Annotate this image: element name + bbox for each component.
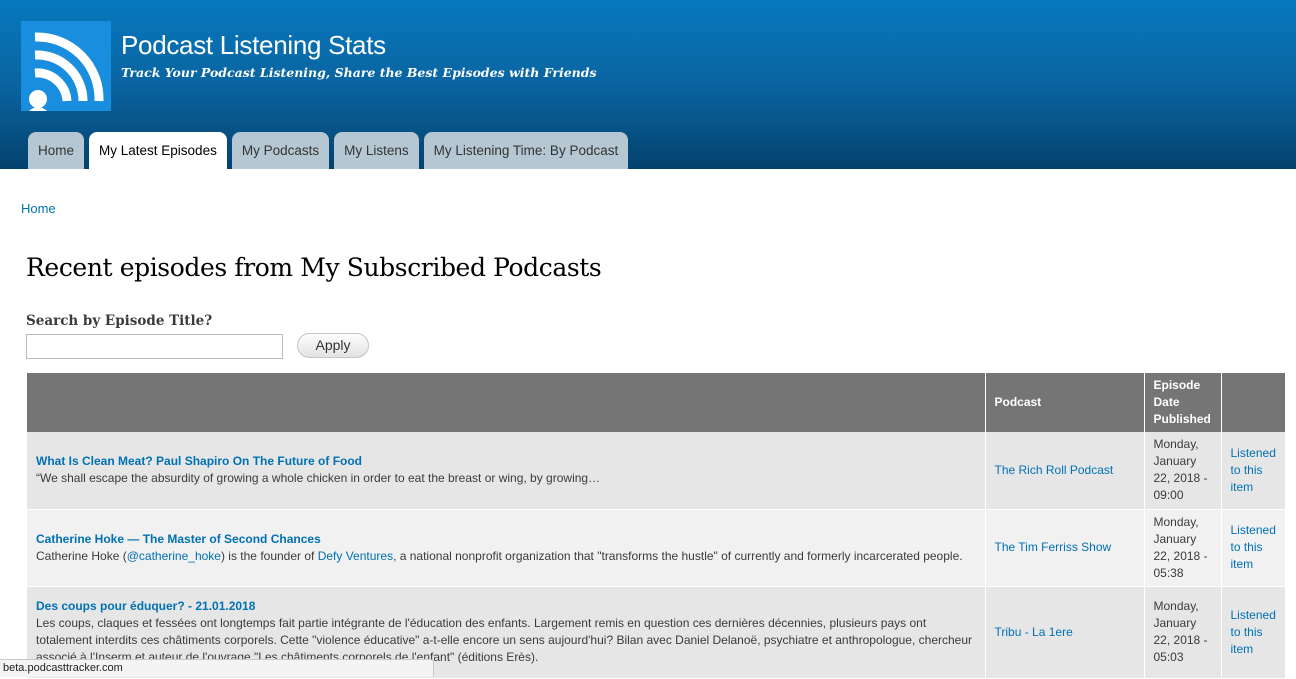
status-bar-url: beta.podcasttracker.com [0,659,434,677]
date-published: Monday, January 22, 2018 - 05:38 [1144,509,1222,587]
description-text: , a national nonprofit organization that… [393,548,963,563]
header-episode [27,373,986,432]
apply-button[interactable]: Apply [297,333,369,358]
episode-title-link[interactable]: Des coups pour éduquer? - 21.01.2018 [36,598,976,615]
tab-my-listening-time[interactable]: My Listening Time: By Podcast [423,132,629,169]
podcast-link[interactable]: The Tim Ferriss Show [995,540,1112,554]
logo[interactable] [21,21,111,111]
tab-my-podcasts[interactable]: My Podcasts [231,132,330,169]
page-title: Recent episodes from My Subscribed Podca… [26,253,602,282]
site-header: Podcast Listening Stats Track Your Podca… [0,0,1296,169]
episode-cell: What Is Clean Meat? Paul Shapiro On The … [27,432,986,510]
twitter-handle-link[interactable]: @catherine_hoke [127,549,221,563]
table-header-row: Podcast Episode Date Published [27,373,1286,432]
episode-description: Catherine Hoke (@catherine_hoke) is the … [36,548,976,565]
site-slogan: Track Your Podcast Listening, Share the … [121,65,597,80]
episodes-table: Podcast Episode Date Published What Is C… [27,373,1286,679]
listened-link[interactable]: Listened to this item [1231,523,1276,571]
breadcrumb-home-link[interactable]: Home [21,201,56,216]
search-label: Search by Episode Title? [26,313,213,329]
table-row: Catherine Hoke — The Master of Second Ch… [27,509,1286,587]
description-text: ) is the founder of [220,548,318,563]
podcast-link[interactable]: Tribu - La 1ere [995,625,1073,639]
podcast-cell: Tribu - La 1ere [985,586,1145,679]
search-input[interactable] [26,334,283,359]
podcast-cell: The Rich Roll Podcast [985,432,1145,510]
header-date-published: Episode Date Published [1144,373,1222,432]
listened-link[interactable]: Listened to this item [1231,608,1276,656]
episode-cell: Catherine Hoke — The Master of Second Ch… [27,509,986,587]
main-tabs: Home My Latest Episodes My Podcasts My L… [28,132,629,169]
site-name[interactable]: Podcast Listening Stats [121,30,386,61]
action-cell: Listened to this item [1221,509,1286,587]
episode-description: “We shall escape the absurdity of growin… [36,471,601,486]
podcast-link[interactable]: The Rich Roll Podcast [995,463,1114,477]
episode-title-link[interactable]: What Is Clean Meat? Paul Shapiro On The … [36,453,976,470]
description-text: Catherine Hoke ( [36,548,127,563]
action-cell: Listened to this item [1221,432,1286,510]
listened-link[interactable]: Listened to this item [1231,446,1276,494]
table-row: What Is Clean Meat? Paul Shapiro On The … [27,432,1286,510]
tab-my-listens[interactable]: My Listens [334,132,419,169]
tab-my-latest-episodes[interactable]: My Latest Episodes [89,132,227,169]
defy-ventures-link[interactable]: Defy Ventures [318,549,393,563]
episode-title-link[interactable]: Catherine Hoke — The Master of Second Ch… [36,531,976,548]
podcast-cell: The Tim Ferriss Show [985,509,1145,587]
action-cell: Listened to this item [1221,586,1286,679]
header-action [1221,373,1286,432]
tab-home[interactable]: Home [28,132,85,169]
header-podcast: Podcast [985,373,1145,432]
date-published: Monday, January 22, 2018 - 05:03 [1144,586,1222,679]
date-published: Monday, January 22, 2018 - 09:00 [1144,432,1222,510]
podcast-broadcast-icon [29,32,104,111]
